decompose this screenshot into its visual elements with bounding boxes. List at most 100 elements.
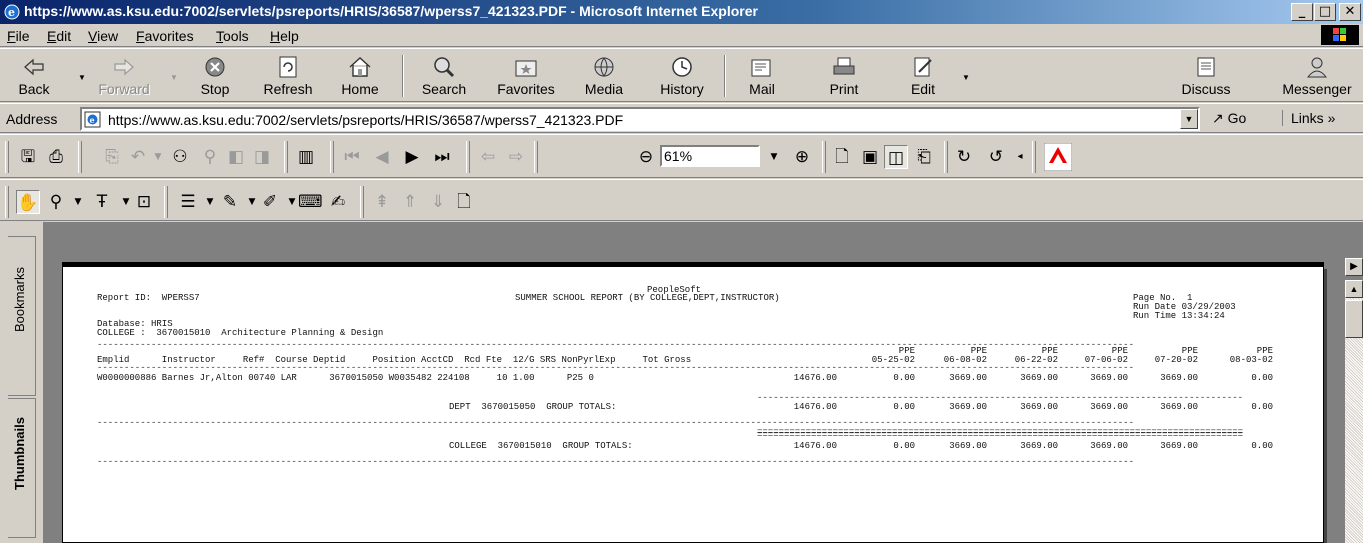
text-select-tool-icon[interactable]: Ŧ [90,190,114,214]
scroll-first-icon[interactable]: ⇞ [370,190,394,214]
reflow-icon[interactable]: ⎗ [912,145,936,169]
menu-tools[interactable]: Tools [216,28,249,44]
stop-button[interactable]: Stop [185,53,245,99]
menu-help[interactable]: Help [270,28,299,44]
zoom-tool-dropdown-icon[interactable]: ▼ [66,190,90,214]
adobe-logo-icon[interactable] [1044,143,1072,171]
search-index-icon[interactable]: ⚲ [198,145,222,169]
rotate-clockwise-icon[interactable]: ↻ [952,145,976,169]
back-button[interactable]: Back [4,53,64,99]
show-navigation-pane-icon[interactable]: ▥ [294,145,318,169]
zoom-in-icon[interactable]: ⊕ [790,145,814,169]
mail-button[interactable]: Mail [732,53,792,99]
menu-file[interactable]: File [7,28,30,44]
scrollbar-thumb[interactable] [1345,300,1363,338]
zoom-tool-icon[interactable]: ⚲ [44,190,68,214]
menu-bar: File Edit View Favorites Tools Help [0,24,1363,47]
refresh-button[interactable]: Refresh [258,53,318,99]
tab-bookmarks[interactable]: Bookmarks [8,236,36,396]
maximize-button[interactable]: □ [1314,3,1336,21]
media-button[interactable]: Media [574,53,634,99]
prev-highlight-icon[interactable]: ◧ [224,145,248,169]
forward-dropdown-icon[interactable]: ▼ [170,73,178,82]
scroll-down-icon[interactable]: ⇓ [426,190,450,214]
home-button[interactable]: Home [330,53,390,99]
highlighter-tool-icon[interactable]: ✐ [258,190,282,214]
go-forward-view-icon[interactable]: ⇨ [504,145,528,169]
search-icon [434,57,455,78]
favorites-folder-icon [515,60,537,77]
hand-tool-icon[interactable]: ✋ [16,190,40,214]
rotate-counterclockwise-icon[interactable]: ↺ [984,145,1008,169]
address-url: https://www.as.ksu.edu:7002/servlets/psr… [108,112,624,128]
messenger-button[interactable]: Messenger [1275,53,1359,99]
college-ppe-value: 3669.00 [1020,441,1058,451]
college-ppe-value: 0.00 [893,441,915,451]
zoom-out-icon[interactable]: ⊖ [634,145,658,169]
vertical-scrollbar[interactable]: ▲ [1345,280,1363,543]
edit-button[interactable]: Edit [893,53,953,99]
tab-thumbnails[interactable]: Thumbnails [8,398,36,538]
college-ppe-value: 0.00 [1251,441,1273,451]
double-divider-line: ========================================… [757,430,1244,440]
go-button[interactable]: ↗ Go [1212,110,1246,127]
undo-dropdown-icon[interactable]: ▼ [146,145,170,169]
menu-favorites[interactable]: Favorites [136,28,194,44]
address-input[interactable]: e https://www.as.ksu.edu:7002/servlets/p… [80,107,1200,131]
note-tool-icon[interactable]: ☰ [176,190,200,214]
pdf-page: PeopleSoft Report ID: WPERSS7 SUMMER SCH… [62,266,1324,543]
toolbar-grip[interactable] [5,141,9,173]
close-button[interactable]: ✕ [1339,3,1361,21]
back-dropdown-icon[interactable]: ▼ [78,73,86,82]
search-button[interactable]: Search [414,53,474,99]
menu-edit[interactable]: Edit [47,28,71,44]
menu-view[interactable]: View [88,28,118,44]
fit-page-icon[interactable]: ▣ [858,145,882,169]
last-page-icon[interactable]: ⏭ [430,145,454,169]
minimize-button[interactable]: _ [1291,3,1313,21]
zoom-level-field[interactable]: 61% [660,145,760,167]
rotate-dropdown-icon[interactable]: ◂ [1008,145,1032,169]
page-icon[interactable]: 🗋 [452,190,476,214]
fit-width-icon[interactable]: ◫ [884,145,908,169]
history-button[interactable]: History [652,53,712,99]
discuss-button[interactable]: Discuss [1176,53,1236,99]
printer-icon [833,57,855,75]
next-page-icon[interactable]: ▶ [400,145,424,169]
scroll-up-icon[interactable]: ⇑ [398,190,422,214]
find-binoculars-icon[interactable]: ⚇ [168,145,192,169]
windows-flag-icon [1333,28,1346,41]
ppe-value: 3669.00 [1160,373,1198,383]
zoom-dropdown-icon[interactable]: ▼ [762,145,786,169]
actual-size-icon[interactable]: 🗋 [830,145,854,169]
scroll-up-button[interactable]: ▲ [1345,280,1363,298]
home-icon [349,57,371,77]
toolbar-separator [402,55,404,97]
address-bar: Address e https://www.as.ksu.edu:7002/se… [0,103,1363,133]
print-icon[interactable]: ⎙ [44,145,68,169]
snapshot-tool-icon[interactable]: ⊡ [132,190,156,214]
links-toolbar[interactable]: Links » [1282,110,1335,126]
favorites-button[interactable]: Favorites [496,53,556,99]
forward-button[interactable]: Forward [94,53,154,99]
report-college: COLLEGE : 3670015010 Architecture Planni… [97,328,384,338]
edit-dropdown-icon[interactable]: ▼ [962,73,970,82]
sign-tool-icon[interactable]: ✍ [326,190,350,214]
toolbar-grip [360,186,364,218]
scroll-right-button[interactable]: ▶ [1345,258,1363,276]
next-highlight-icon[interactable]: ◨ [250,145,274,169]
pencil-tool-icon[interactable]: ✎ [218,190,242,214]
go-back-view-icon[interactable]: ⇦ [476,145,500,169]
spell-check-icon[interactable]: ⌨ [298,190,323,214]
print-button[interactable]: Print [814,53,874,99]
window-title-bar[interactable]: e https://www.as.ksu.edu:7002/servlets/p… [0,0,1363,24]
dept-ppe-value: 3669.00 [1160,402,1198,412]
dept-ppe-value: 3669.00 [1090,402,1128,412]
ppe-value: 3669.00 [1020,373,1058,383]
save-icon[interactable]: 🖫 [16,145,40,169]
copy-icon[interactable]: ⎘ [100,145,124,169]
previous-page-icon[interactable]: ◀ [370,145,394,169]
first-page-icon[interactable]: ⏮ [340,145,364,169]
address-dropdown-button[interactable]: ▼ [1180,109,1198,129]
toolbar-grip [822,141,826,173]
